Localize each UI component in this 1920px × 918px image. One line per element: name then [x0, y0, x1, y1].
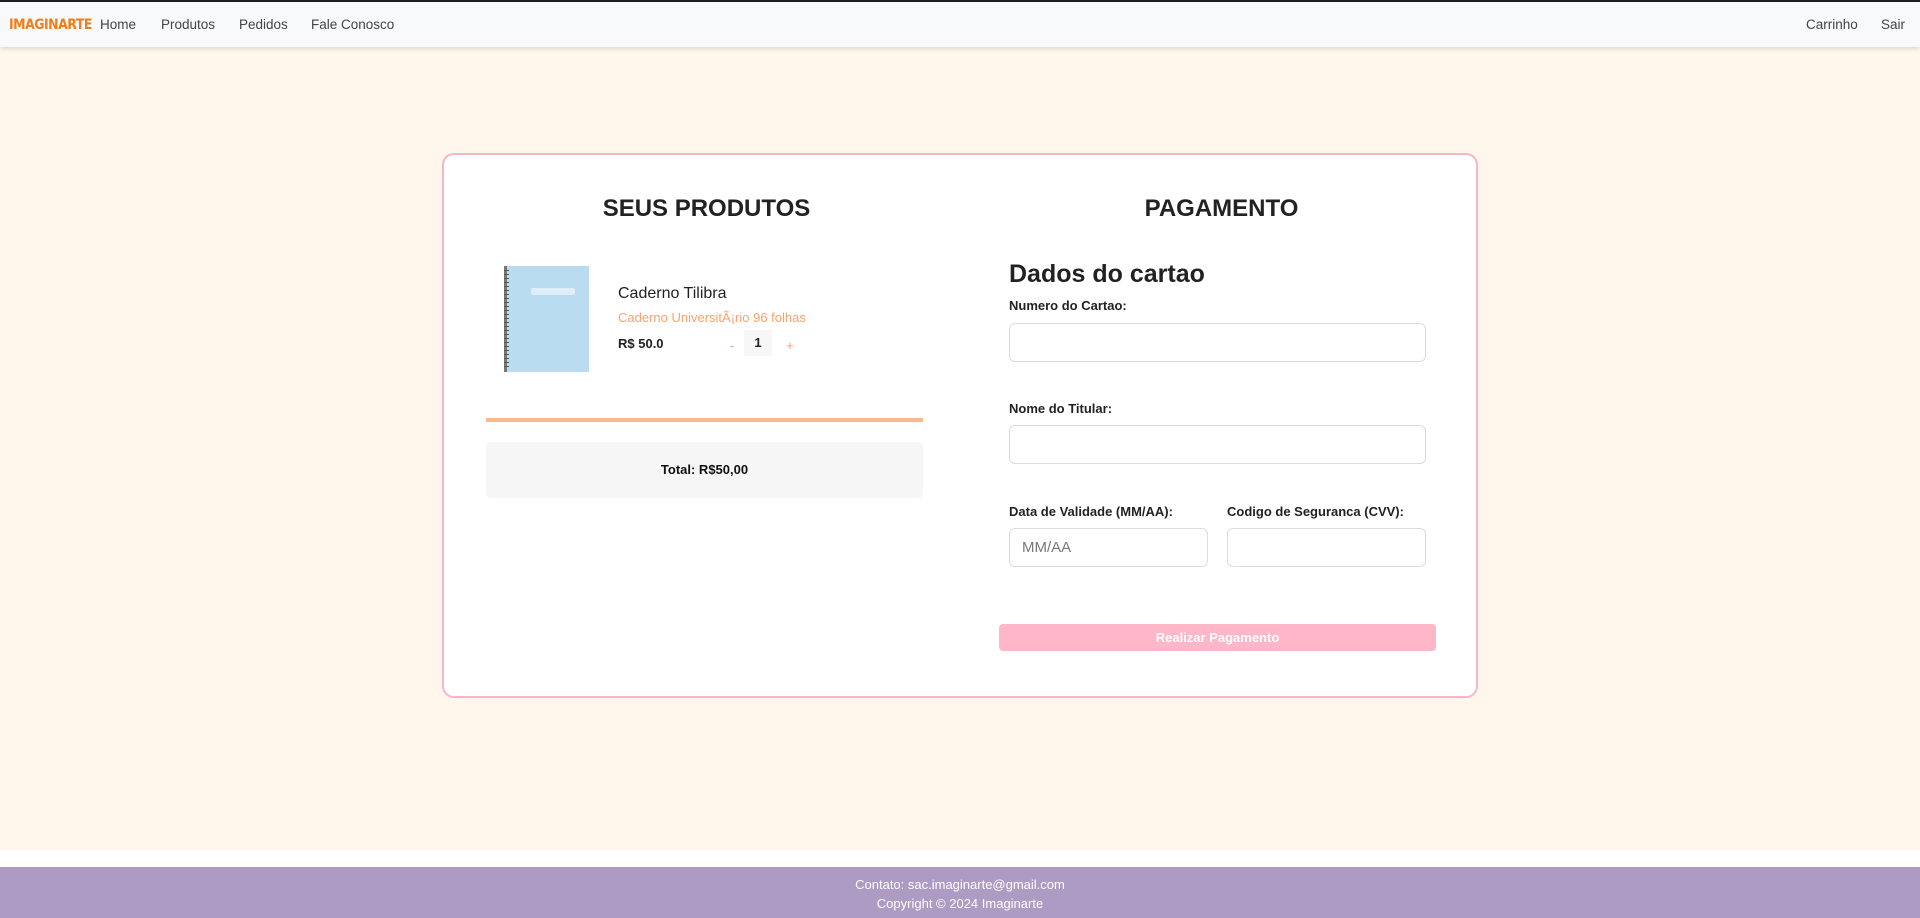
footer: Contato: sac.imaginarte@gmail.com Copyri…: [0, 867, 1920, 918]
card-number-label: Numero do Cartao:: [1009, 298, 1127, 313]
notebook-spiral: [504, 270, 509, 368]
decrease-quantity-button[interactable]: -: [724, 338, 740, 354]
order-total: Total: R$50,00: [486, 442, 923, 498]
product-price: R$ 50.0: [618, 336, 664, 351]
navbar: IMAGINARTE Home Produtos Pedidos Fale Co…: [0, 2, 1920, 47]
footer-copyright: Copyright © 2024 Imaginarte: [876, 896, 1044, 911]
checkout-card: SEUS PRODUTOS PAGAMENTO Caderno Tilibra …: [442, 153, 1478, 698]
nav-pedidos[interactable]: Pedidos: [239, 17, 288, 32]
product-description: Caderno UniversitÃ¡rio 96 folhas: [618, 310, 806, 325]
products-heading: SEUS PRODUTOS: [602, 195, 811, 222]
card-number-input[interactable]: [1009, 323, 1426, 362]
nav-sair[interactable]: Sair: [1881, 17, 1905, 32]
cvv-input[interactable]: [1227, 528, 1426, 567]
card-details-heading: Dados do cartao: [1009, 260, 1205, 288]
footer-spacer: [0, 850, 1920, 867]
quantity-value: 1: [744, 330, 772, 356]
expiry-date-input[interactable]: [1009, 528, 1208, 567]
holder-name-input[interactable]: [1009, 425, 1426, 464]
product-name: Caderno Tilibra: [618, 285, 727, 302]
expiry-date-label: Data de Validade (MM/AA):: [1009, 504, 1173, 519]
submit-payment-button[interactable]: Realizar Pagamento: [999, 624, 1436, 651]
product-image: [504, 266, 589, 372]
holder-name-label: Nome do Titular:: [1009, 401, 1113, 416]
nav-produtos[interactable]: Produtos: [161, 17, 215, 32]
nav-fale-conosco[interactable]: Fale Conosco: [311, 17, 394, 32]
products-divider: [486, 418, 923, 422]
nav-carrinho[interactable]: Carrinho: [1806, 17, 1858, 32]
cvv-label: Codigo de Seguranca (CVV):: [1227, 504, 1404, 519]
payment-heading: PAGAMENTO: [1144, 195, 1299, 222]
brand-logo[interactable]: IMAGINARTE: [9, 15, 92, 32]
nav-home[interactable]: Home: [100, 17, 136, 32]
notebook-cover-logo: [531, 288, 575, 295]
increase-quantity-button[interactable]: +: [782, 338, 798, 354]
footer-contact: Contato: sac.imaginarte@gmail.com: [855, 877, 1065, 892]
